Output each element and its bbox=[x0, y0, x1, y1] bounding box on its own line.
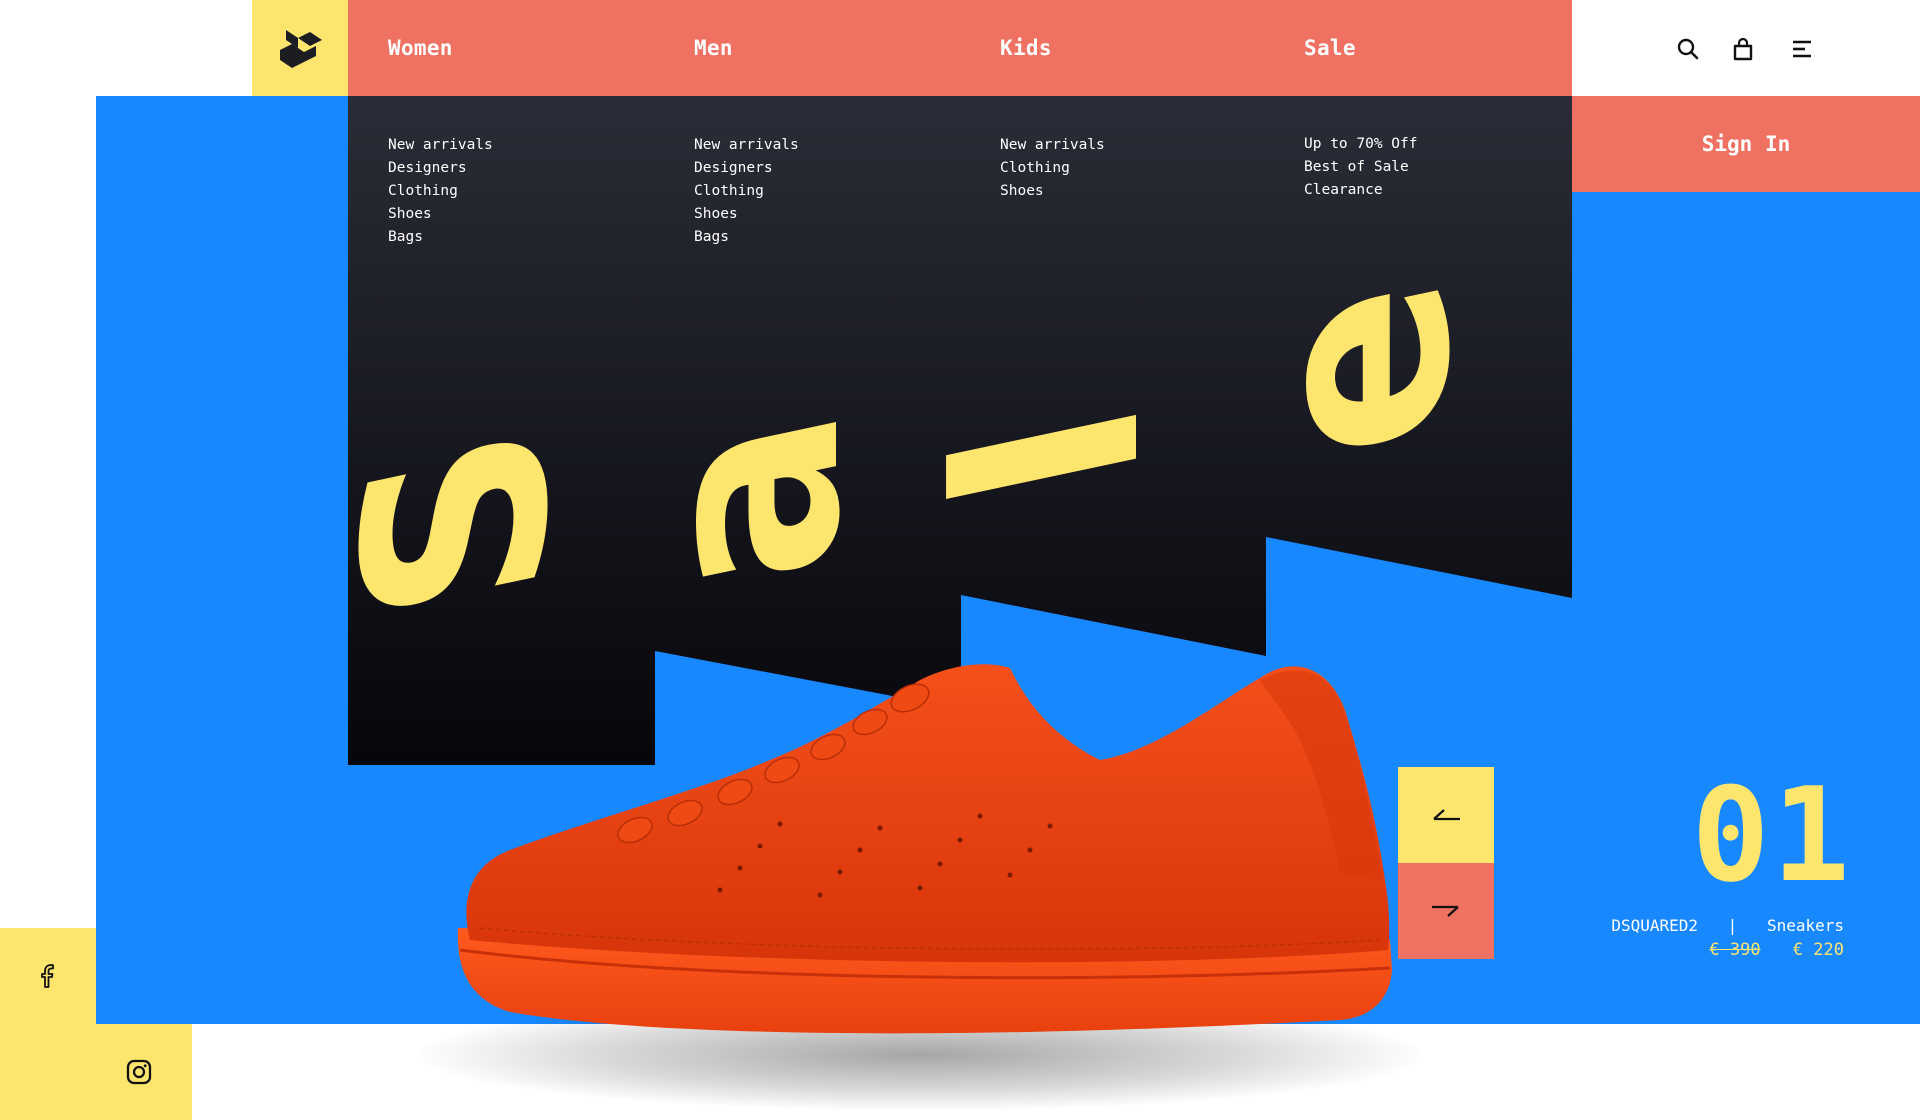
nav-sale[interactable]: Sale bbox=[1304, 36, 1356, 60]
next-slide-button[interactable] bbox=[1398, 863, 1494, 959]
submenu-item[interactable]: New arrivals bbox=[694, 134, 799, 157]
submenu-item[interactable]: Clothing bbox=[1000, 157, 1105, 180]
arrow-right-icon bbox=[1432, 905, 1459, 917]
submenu-item[interactable]: Clothing bbox=[388, 180, 493, 203]
submenu-sale: Up to 70% Off Best of Sale Clearance bbox=[1304, 133, 1418, 202]
meta-separator: | bbox=[1727, 916, 1738, 935]
sign-in-button[interactable]: Sign In bbox=[1572, 96, 1920, 192]
product-category[interactable]: Sneakers bbox=[1767, 916, 1844, 935]
nav-men[interactable]: Men bbox=[694, 36, 733, 60]
submenu-item[interactable]: Designers bbox=[694, 157, 799, 180]
instagram-icon[interactable] bbox=[126, 1059, 152, 1085]
submenu-item[interactable]: New arrivals bbox=[1000, 134, 1105, 157]
submenu-item[interactable]: Shoes bbox=[388, 203, 493, 226]
new-price: € 220 bbox=[1792, 940, 1844, 960]
submenu-item[interactable]: Best of Sale bbox=[1304, 156, 1418, 179]
sneaker-image bbox=[457, 664, 1392, 1034]
submenu-item[interactable]: Shoes bbox=[694, 203, 799, 226]
prev-slide-button[interactable] bbox=[1398, 767, 1494, 863]
logo-icon bbox=[280, 30, 322, 68]
main-nav: Women Men Kids Sale bbox=[348, 0, 1572, 96]
product-brand[interactable]: DSQUARED2 bbox=[1611, 916, 1698, 935]
submenu-item[interactable]: Designers bbox=[388, 157, 493, 180]
submenu-item[interactable]: Bags bbox=[694, 226, 799, 249]
menu-icon[interactable] bbox=[1789, 36, 1815, 62]
submenu-women: New arrivals Designers Clothing Shoes Ba… bbox=[388, 134, 493, 249]
submenu-item[interactable]: Clothing bbox=[694, 180, 799, 203]
shopping-bag-icon[interactable] bbox=[1730, 36, 1756, 62]
submenu-item[interactable]: Shoes bbox=[1000, 180, 1105, 203]
facebook-icon bbox=[41, 964, 54, 988]
slide-number: 01 bbox=[1691, 759, 1852, 911]
product-meta: DSQUARED2 | Sneakers bbox=[1611, 916, 1844, 935]
search-icon[interactable] bbox=[1675, 36, 1701, 62]
submenu-item[interactable]: New arrivals bbox=[388, 134, 493, 157]
arrow-left-icon bbox=[1433, 809, 1460, 821]
facebook-link[interactable] bbox=[0, 928, 96, 1024]
submenu-kids: New arrivals Clothing Shoes bbox=[1000, 134, 1105, 203]
nav-women[interactable]: Women bbox=[388, 36, 453, 60]
submenu-item[interactable]: Clearance bbox=[1304, 179, 1418, 202]
old-price: € 390 bbox=[1709, 940, 1761, 960]
submenu-item[interactable]: Up to 70% Off bbox=[1304, 133, 1418, 156]
nav-kids[interactable]: Kids bbox=[1000, 36, 1052, 60]
submenu-men: New arrivals Designers Clothing Shoes Ba… bbox=[694, 134, 799, 249]
product-prices: € 390 € 220 bbox=[1709, 940, 1844, 960]
social-panel bbox=[0, 1024, 192, 1120]
logo[interactable] bbox=[252, 0, 348, 96]
submenu-item[interactable]: Bags bbox=[388, 226, 493, 249]
